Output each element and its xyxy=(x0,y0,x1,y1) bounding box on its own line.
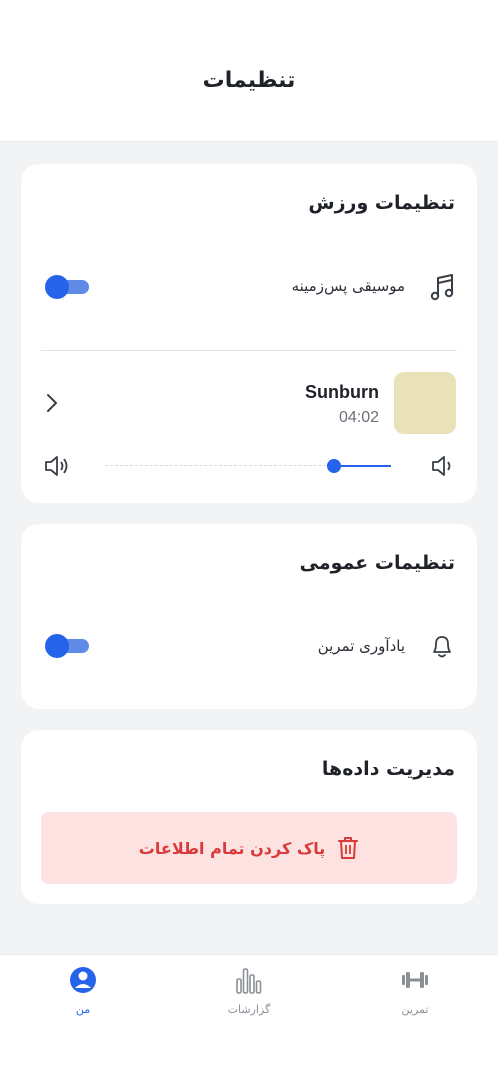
workout-reminder-label: یادآوری تمرین xyxy=(317,637,405,655)
general-settings-title: تنظیمات عمومی xyxy=(299,552,455,574)
slider-fill xyxy=(334,465,391,467)
data-management-title: مدیریت داده‌ها xyxy=(321,758,455,780)
nav-item-workout[interactable]: تمرین xyxy=(355,955,475,1035)
divider xyxy=(41,350,457,351)
clear-all-data-button[interactable]: پاک کردن تمام اطلاعات xyxy=(41,812,457,884)
data-management-card: مدیریت داده‌ها پاک کردن تمام اطلاعات xyxy=(21,730,477,904)
chevron-right-icon[interactable] xyxy=(43,391,61,415)
volume-up-icon[interactable] xyxy=(43,454,73,478)
workout-settings-card: تنظیمات ورزش موسیقی پس‌زمینه Sunburn 04:… xyxy=(21,164,477,503)
track-duration: 04:02 xyxy=(338,409,379,426)
volume-down-icon[interactable] xyxy=(427,454,457,478)
slider-thumb[interactable] xyxy=(327,459,341,473)
volume-slider[interactable] xyxy=(105,454,391,478)
workout-reminder-toggle[interactable] xyxy=(45,634,89,658)
music-note-icon xyxy=(430,274,454,301)
nav-label-reports: گزارشات xyxy=(227,1003,271,1016)
album-art xyxy=(394,372,456,434)
background-music-label: موسیقی پس‌زمینه xyxy=(291,277,405,295)
toggle-knob xyxy=(45,634,69,658)
background-music-toggle[interactable] xyxy=(45,275,89,299)
clear-all-data-label: پاک کردن تمام اطلاعات xyxy=(138,838,326,858)
bar-chart-icon xyxy=(236,968,262,994)
nav-item-me[interactable]: من xyxy=(23,955,143,1035)
dumbbell-icon xyxy=(402,972,428,988)
bell-icon xyxy=(433,636,451,658)
app-header: تنظیمات xyxy=(0,0,498,142)
track-title: Sunburn xyxy=(305,382,379,402)
trash-icon xyxy=(338,837,359,859)
nav-item-reports[interactable]: گزارشات xyxy=(189,955,309,1035)
toggle-knob xyxy=(45,275,69,299)
nav-label-me: من xyxy=(75,1003,91,1016)
page-title: تنظیمات xyxy=(202,68,296,93)
profile-icon xyxy=(70,967,96,993)
general-settings-card: تنظیمات عمومی یادآوری تمرین xyxy=(21,524,477,709)
workout-settings-title: تنظیمات ورزش xyxy=(308,192,455,214)
nav-label-workout: تمرین xyxy=(401,1003,429,1016)
bottom-navigation: من گزارشات تمرین xyxy=(0,954,498,1080)
